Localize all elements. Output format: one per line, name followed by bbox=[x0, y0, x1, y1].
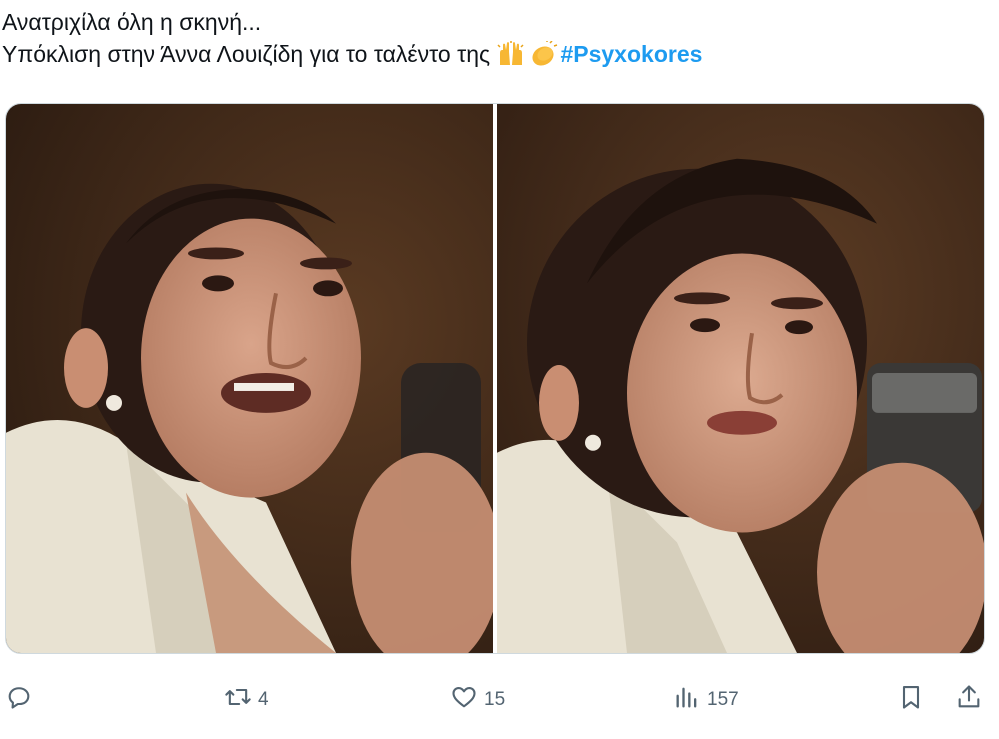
reply-icon bbox=[5, 683, 33, 717]
tweet-line-1: Ανατριχίλα όλη η σκηνή... bbox=[2, 9, 262, 35]
reply-button[interactable] bbox=[5, 676, 33, 724]
bookmark-icon bbox=[897, 683, 925, 717]
heart-icon bbox=[450, 683, 478, 717]
clapping-hands-emoji-icon bbox=[528, 40, 558, 67]
photo-left[interactable] bbox=[6, 104, 493, 653]
like-button[interactable]: 15 bbox=[450, 676, 505, 724]
share-button[interactable] bbox=[955, 676, 983, 724]
retweet-button[interactable]: 4 bbox=[224, 676, 269, 724]
tweet-line-2-text: Υπόκλιση στην Άννα Λουιζίδη για το ταλέν… bbox=[2, 41, 497, 67]
share-icon bbox=[955, 683, 983, 717]
tweet-actions: 4 15 157 bbox=[0, 676, 999, 724]
hashtag-link[interactable]: #Psyxokores bbox=[560, 41, 702, 67]
like-count: 15 bbox=[484, 689, 506, 710]
retweet-icon bbox=[224, 683, 252, 717]
tweet-text: Ανατριχίλα όλη η σκηνή... Υπόκλιση στην … bbox=[2, 6, 982, 70]
tweet-media bbox=[5, 103, 985, 654]
retweet-count: 4 bbox=[258, 689, 269, 710]
bookmark-button[interactable] bbox=[897, 676, 925, 724]
views-button[interactable]: 157 bbox=[673, 676, 739, 724]
views-count: 157 bbox=[707, 689, 739, 710]
tweet-line-2: Υπόκλιση στην Άννα Λουιζίδη για το ταλέν… bbox=[2, 38, 982, 70]
photo-right[interactable] bbox=[497, 104, 984, 653]
views-icon bbox=[673, 683, 701, 717]
raising-hands-emoji-icon bbox=[496, 41, 526, 67]
